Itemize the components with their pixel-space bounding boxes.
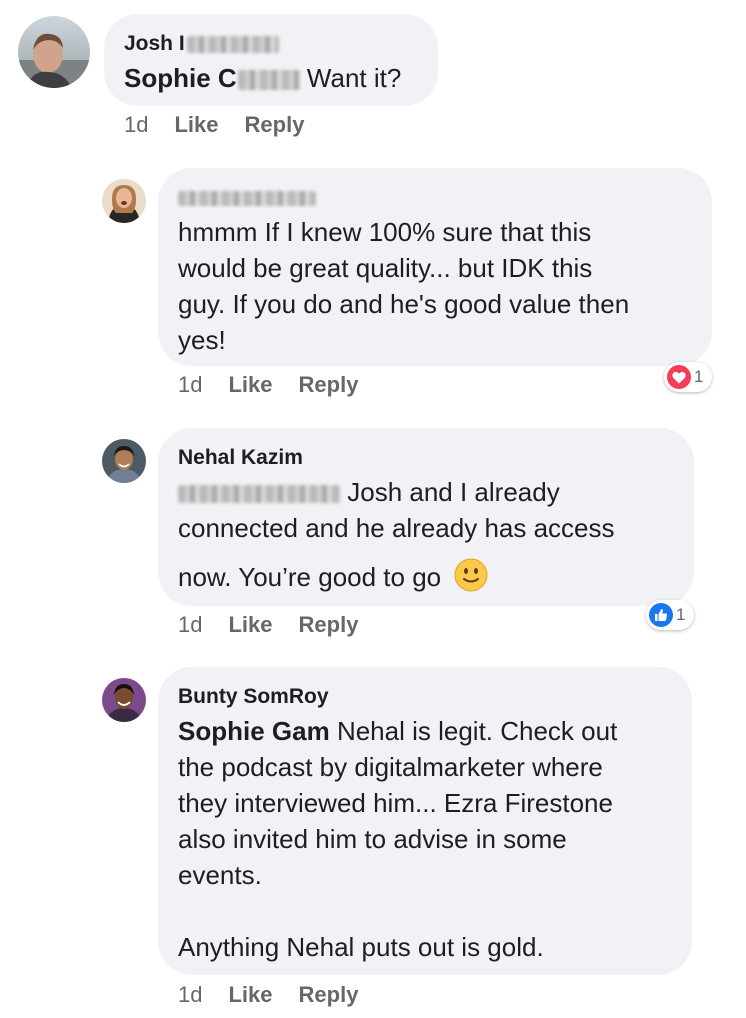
avatar-sophie[interactable]	[102, 179, 146, 223]
comment-author[interactable]: Bunty SomRoy	[178, 685, 329, 709]
timestamp[interactable]: 1d	[124, 112, 148, 137]
reaction-count: 1	[694, 367, 704, 386]
timestamp[interactable]: 1d	[178, 612, 202, 637]
like-button[interactable]: Like	[228, 372, 272, 397]
comment-actions: 1d Like Reply	[178, 372, 384, 398]
comment-text: Josh and I already connected and he alre…	[178, 474, 615, 601]
comment-actions: 1d Like Reply	[178, 982, 384, 1008]
reply-button[interactable]: Reply	[299, 982, 359, 1007]
comment-bubble: Nehal Kazim Josh and I already connected…	[158, 428, 694, 606]
reaction-count: 1	[676, 605, 686, 624]
heart-icon	[667, 365, 691, 389]
mention-link[interactable]: Sophie Gam	[178, 716, 330, 746]
like-button[interactable]: Like	[174, 112, 218, 137]
timestamp[interactable]: 1d	[178, 982, 202, 1007]
comment-author[interactable]	[178, 186, 316, 210]
reply-button[interactable]: Reply	[299, 372, 359, 397]
comment-bubble: Bunty SomRoy Sophie Gam Nehal is legit. …	[158, 667, 692, 975]
avatar-nehal-kazim[interactable]	[102, 439, 146, 483]
comment-text: Sophie Gam Nehal is legit. Check out the…	[178, 716, 618, 962]
like-button[interactable]: Like	[228, 982, 272, 1007]
avatar-josh[interactable]	[18, 16, 90, 88]
redacted-name	[186, 35, 279, 53]
reaction-summary[interactable]: 1	[646, 600, 694, 630]
slightly-smiling-face-icon	[454, 558, 488, 601]
avatar-bunty-somroy[interactable]	[102, 678, 146, 722]
comment-actions: 1d Like Reply	[178, 612, 384, 638]
comment-text: Sophie C Want it?	[124, 63, 402, 93]
mention-link[interactable]: Sophie C	[124, 63, 300, 93]
comment-actions: 1d Like Reply	[124, 112, 330, 138]
redacted-name	[237, 70, 300, 91]
comment-author[interactable]: Nehal Kazim	[178, 446, 303, 470]
timestamp[interactable]: 1d	[178, 372, 202, 397]
like-button[interactable]: Like	[228, 612, 272, 637]
comment-author[interactable]: Josh I	[124, 32, 279, 56]
comment-bubble: hmmm If I knew 100% sure that this would…	[158, 168, 712, 366]
comment-bubble: Josh I Sophie C Want it?	[104, 14, 438, 106]
reaction-summary[interactable]: 1	[664, 362, 712, 392]
reply-button[interactable]: Reply	[245, 112, 305, 137]
redacted-name	[178, 190, 316, 206]
comment-text: hmmm If I knew 100% sure that this would…	[178, 217, 630, 355]
reply-button[interactable]: Reply	[299, 612, 359, 637]
redacted-mention[interactable]	[178, 485, 340, 504]
thumbs-up-icon	[649, 603, 673, 627]
